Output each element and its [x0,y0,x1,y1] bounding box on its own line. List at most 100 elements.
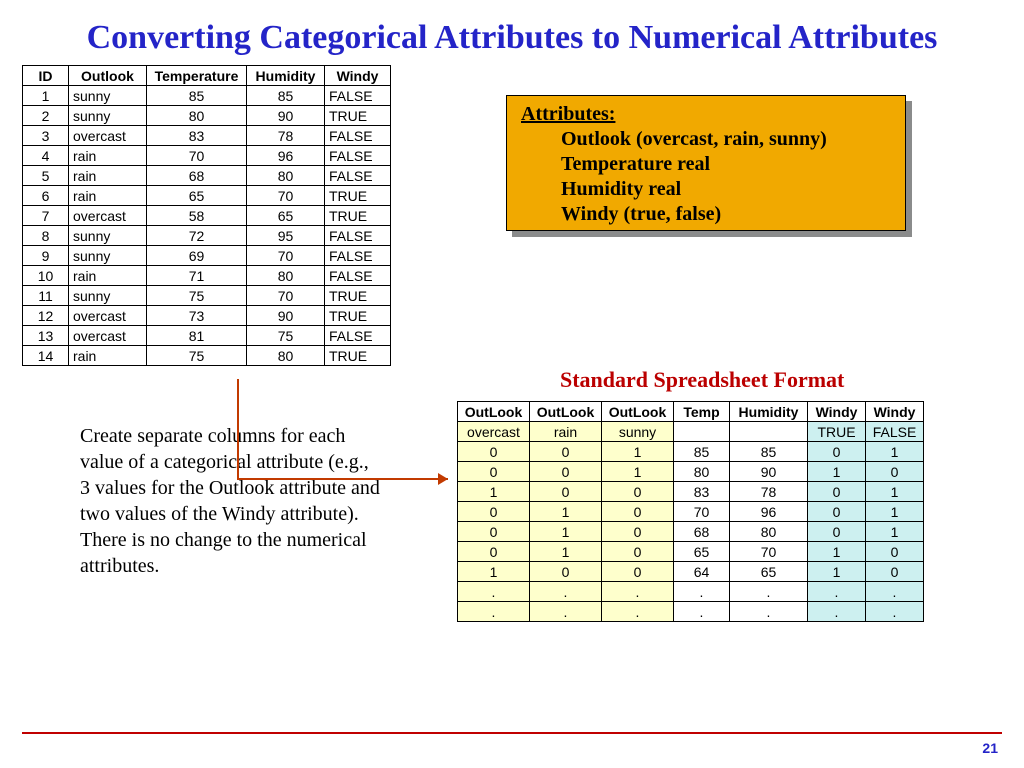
table-cell: FALSE [325,326,391,346]
table-cell: 78 [730,482,808,502]
table-cell: rain [69,346,147,366]
table-cell: rain [69,186,147,206]
attribute-line: Windy (true, false) [521,202,895,227]
table-cell: 70 [730,542,808,562]
table-cell: 0 [602,522,674,542]
table-cell: . [674,602,730,622]
table-cell: 96 [730,502,808,522]
table-cell: overcast [69,126,147,146]
table-cell: . [866,602,924,622]
table-row: 3overcast8378FALSE [23,126,391,146]
table-cell: 68 [147,166,247,186]
table-cell: 1 [458,562,530,582]
table-cell: 0 [866,462,924,482]
table-row: ....... [458,602,924,622]
table-cell: 85 [730,442,808,462]
table-cell: TRUE [325,106,391,126]
table-row: 6rain6570TRUE [23,186,391,206]
table-cell: 0 [866,562,924,582]
table-cell: . [674,582,730,602]
table-cell: 1 [530,522,602,542]
table-cell: . [530,602,602,622]
table-row: 4rain7096FALSE [23,146,391,166]
table-cell: 0 [808,522,866,542]
table-cell: 1 [602,442,674,462]
table-cell: 75 [247,326,325,346]
table-row: 1sunny8585FALSE [23,86,391,106]
table-cell: 64 [674,562,730,582]
spreadsheet-format-heading: Standard Spreadsheet Format [560,367,844,393]
table-cell: 80 [674,462,730,482]
table-cell: . [602,602,674,622]
table-cell: 0 [530,482,602,502]
table-header: Humidity [730,402,808,422]
table-cell: 78 [247,126,325,146]
table-cell: FALSE [325,86,391,106]
table-cell: sunny [69,286,147,306]
table-cell: 58 [147,206,247,226]
table-cell: TRUE [325,306,391,326]
table-cell: 0 [808,442,866,462]
table-cell: 95 [247,226,325,246]
table-row: 001809010 [458,462,924,482]
table-cell: 1 [808,562,866,582]
table-cell: 85 [247,86,325,106]
table-cell: 75 [147,346,247,366]
table-cell: FALSE [325,246,391,266]
table-cell: 0 [602,562,674,582]
table-cell: 65 [674,542,730,562]
attributes-heading: Attributes: [521,102,895,127]
table-cell: 0 [458,502,530,522]
table-cell: 1 [23,86,69,106]
table-cell: 2 [23,106,69,126]
table-cell: 7 [23,206,69,226]
table-cell: 5 [23,166,69,186]
table-row: 010657010 [458,542,924,562]
table-header: Windy [866,402,924,422]
table-cell: 0 [602,542,674,562]
attribute-line: Outlook (overcast, rain, sunny) [521,127,895,152]
table-cell: 0 [808,502,866,522]
table-cell: 65 [247,206,325,226]
table-cell: 0 [530,462,602,482]
table-row: 9sunny6970FALSE [23,246,391,266]
table-row: 010709601 [458,502,924,522]
table-cell: 90 [730,462,808,482]
table-cell: 0 [530,442,602,462]
table-cell: 85 [674,442,730,462]
table-cell: 65 [147,186,247,206]
table-header: Humidity [247,66,325,86]
table-cell: . [458,582,530,602]
table-cell: 1 [458,482,530,502]
table-cell: 73 [147,306,247,326]
table-header: Windy [325,66,391,86]
table-cell: . [808,582,866,602]
explanation-paragraph: Create separate columns for each value o… [80,423,380,579]
table-row: 10rain7180FALSE [23,266,391,286]
page-number: 21 [982,740,998,756]
table-cell: 1 [866,482,924,502]
table-cell: sunny [69,106,147,126]
table-cell: 10 [23,266,69,286]
table-row: 100837801 [458,482,924,502]
table-header: Temp [674,402,730,422]
table-cell: 0 [458,462,530,482]
table-cell: 80 [247,166,325,186]
table-cell: 65 [730,562,808,582]
table-cell: 1 [866,522,924,542]
table-cell: 1 [530,542,602,562]
table-cell: 70 [247,246,325,266]
table-cell: overcast [69,206,147,226]
table-cell: 12 [23,306,69,326]
table-cell: 0 [458,442,530,462]
source-data-table: IDOutlookTemperatureHumidityWindy 1sunny… [22,65,391,366]
table-cell: 0 [458,542,530,562]
table-cell: 11 [23,286,69,306]
table-cell: 68 [674,522,730,542]
table-cell: 71 [147,266,247,286]
table-header: OutLook [602,402,674,422]
table-cell: TRUE [325,286,391,306]
table-cell: 70 [247,186,325,206]
table-cell: 96 [247,146,325,166]
table-cell: . [602,582,674,602]
